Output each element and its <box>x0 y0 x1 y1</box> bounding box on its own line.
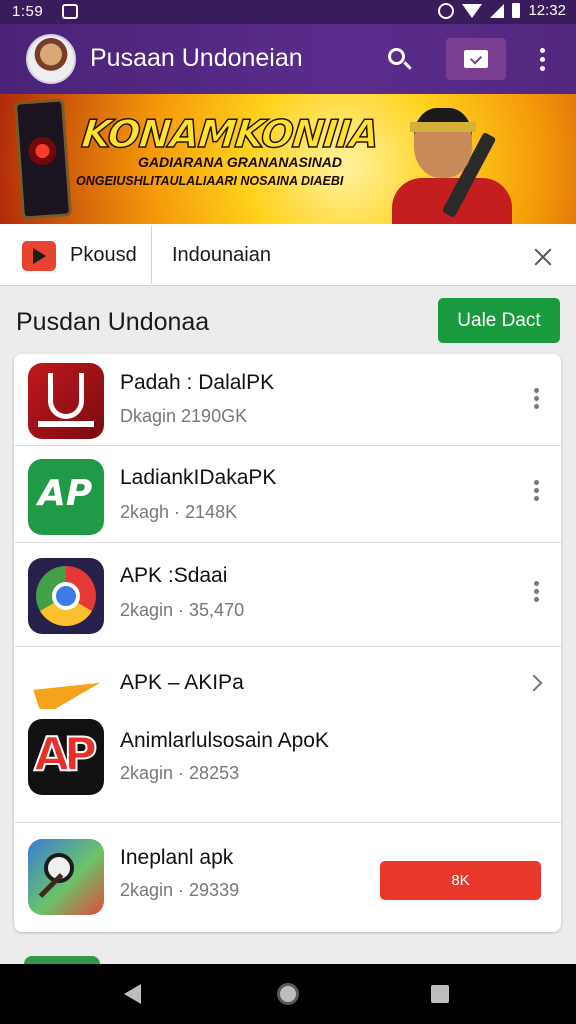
system-nav-bar <box>0 964 576 1024</box>
search-input[interactable] <box>172 240 502 270</box>
divider <box>151 226 152 284</box>
app-name: LadiankIDakaPK <box>120 466 277 489</box>
status-bar: 1:59 12:32 <box>0 0 576 24</box>
status-time: 1:59 <box>12 3 44 20</box>
list-item[interactable]: AP LadiankIDakaPK 2kagh · 2148K <box>14 446 561 543</box>
arrow-app-icon <box>28 653 104 709</box>
app-bar: Pusaan Undoneian <box>0 24 576 94</box>
more-vert-icon[interactable] <box>532 46 552 74</box>
more-vert-icon[interactable] <box>530 480 542 504</box>
list-item-group: APK – AKIPa AP Animlarlulsosain ApoK 2ka… <box>14 647 561 823</box>
store-logo-icon <box>22 241 56 271</box>
banner-subline-1: GADIARANA GRANANASINAD <box>138 154 343 170</box>
section-action-button[interactable]: Uale Dact <box>438 298 560 343</box>
list-item[interactable]: Padah : DalalPK Dkagin 2190GK <box>14 354 561 446</box>
app-name: APK :Sdaai <box>120 564 228 587</box>
promo-banner[interactable]: KONAMKONIIA GADIARANA GRANANASINAD ONGEI… <box>0 94 576 224</box>
app-meta: 2kagh · 2148K <box>120 502 238 522</box>
banner-headline: KONAMKONIIA <box>79 111 381 157</box>
status-icons: 12:32 <box>438 2 566 19</box>
more-vert-icon[interactable] <box>530 581 542 605</box>
more-vert-icon[interactable] <box>530 388 542 412</box>
chrome-app-icon <box>28 558 104 634</box>
back-icon[interactable] <box>124 984 141 1004</box>
app-list: Padah : DalalPK Dkagin 2190GK AP Ladiank… <box>14 354 561 932</box>
inbox-icon <box>464 50 488 68</box>
battery-icon <box>512 3 521 18</box>
alarm-icon <box>438 2 455 19</box>
notification-icon <box>62 4 78 19</box>
next-app-icon <box>24 956 100 964</box>
search-bar: Pkousd <box>0 224 576 286</box>
character-illustration <box>392 100 542 224</box>
avatar[interactable] <box>26 34 76 84</box>
signal-icon <box>490 3 505 18</box>
app-name: Padah : DalalPK <box>120 371 275 394</box>
search-icon[interactable] <box>386 46 414 74</box>
status-clock: 12:32 <box>528 2 566 19</box>
red-app-icon <box>28 363 104 439</box>
store-label[interactable]: Pkousd <box>70 244 137 267</box>
list-item[interactable]: Ineplanl apk 2kagin · 29339 8K <box>14 823 561 932</box>
app-meta: 2kagin · 29339 <box>120 880 240 900</box>
section-title: Pusdan Undonaa <box>16 308 210 336</box>
app-meta: 2kagin · 35,470 <box>120 600 245 620</box>
chevron-right-icon[interactable] <box>525 674 543 692</box>
home-icon[interactable] <box>277 983 299 1005</box>
map-app-icon <box>28 839 104 915</box>
page-title: Pusaan Undoneian <box>90 44 303 72</box>
ap-green-app-icon: AP <box>28 459 104 535</box>
phone-illustration <box>13 98 73 220</box>
app-name[interactable]: Animlarlulsosain ApoK <box>120 729 329 753</box>
app-name: Ineplanl apk <box>120 846 234 869</box>
install-button[interactable]: 8K <box>380 861 541 900</box>
list-item[interactable]: APK :Sdaai 2kagin · 35,470 <box>14 543 561 647</box>
app-name[interactable]: APK – AKIPa <box>120 671 244 695</box>
app-meta: Dkagin 2190GK <box>120 406 248 426</box>
app-meta: 2kagin · 28253 <box>120 763 240 783</box>
banner-subline-2: ONGEIUSHLITAULALIAARI NOSAINA DIAEBI <box>76 174 344 188</box>
ap-red-app-icon: AP <box>28 719 104 795</box>
recents-icon[interactable] <box>431 985 449 1003</box>
wifi-icon <box>462 3 483 18</box>
inbox-button[interactable] <box>446 38 506 80</box>
close-icon[interactable] <box>532 246 554 268</box>
